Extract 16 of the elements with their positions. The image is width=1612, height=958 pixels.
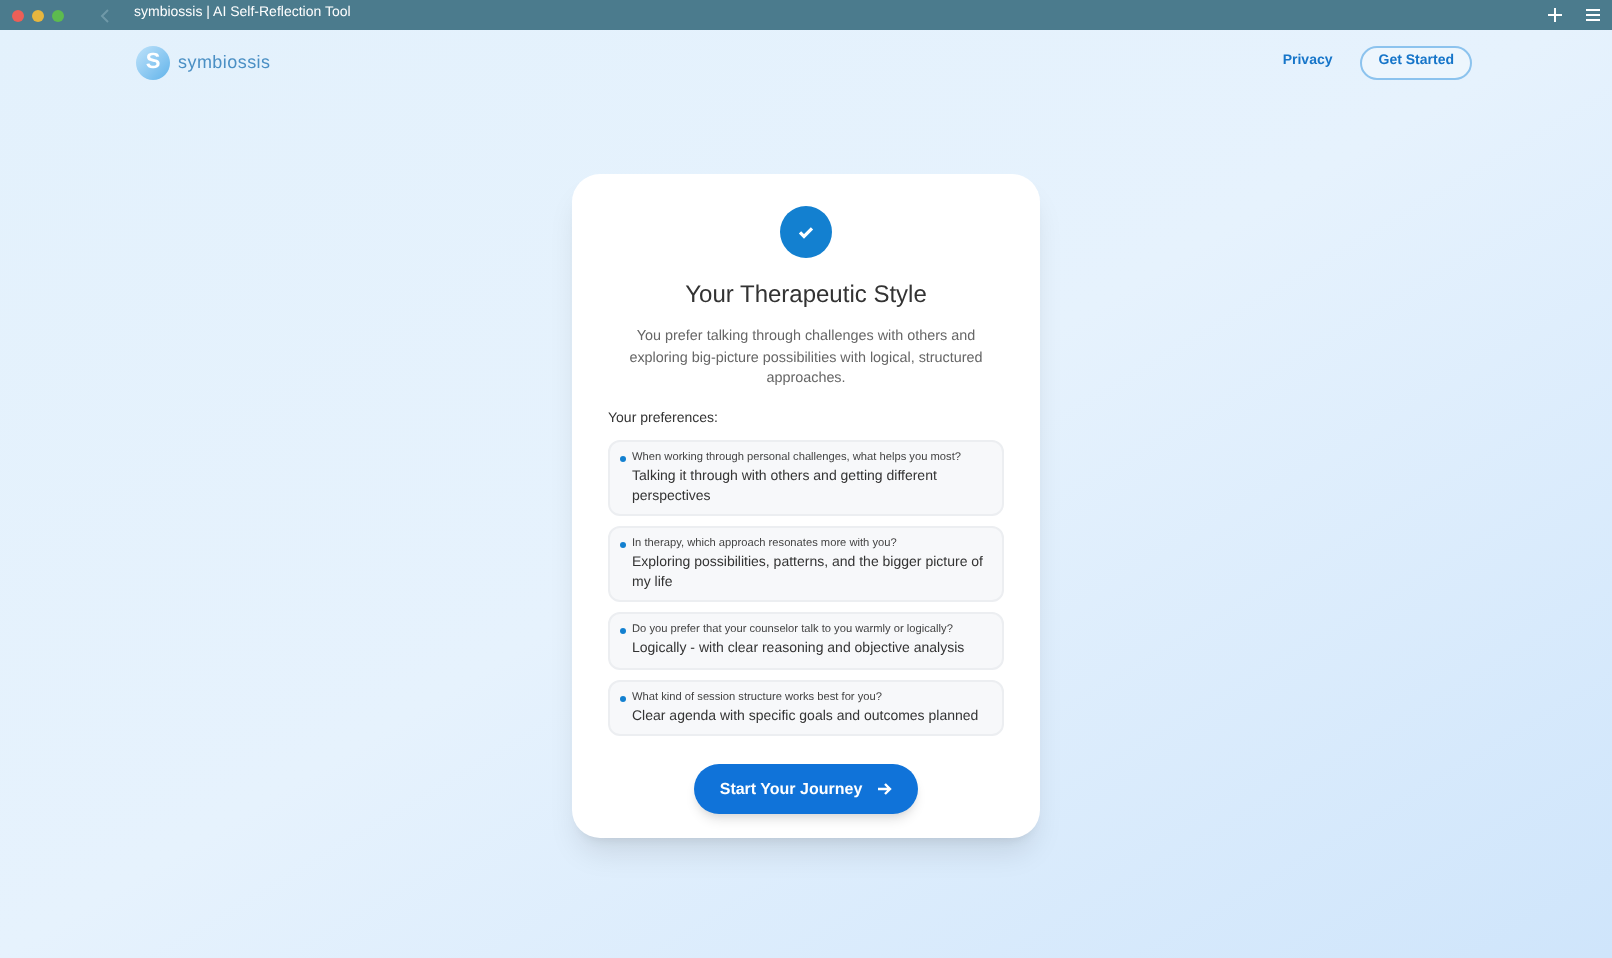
menu-icon[interactable] bbox=[1586, 8, 1600, 22]
minimize-button[interactable] bbox=[32, 9, 44, 21]
logo-icon: S bbox=[136, 46, 170, 80]
start-journey-button[interactable]: Start Your Journey bbox=[693, 764, 919, 814]
bullet-icon bbox=[620, 695, 626, 701]
back-icon[interactable] bbox=[100, 7, 110, 23]
close-button[interactable] bbox=[12, 9, 24, 21]
new-tab-icon[interactable] bbox=[1548, 8, 1562, 22]
check-icon bbox=[780, 206, 832, 258]
bullet-icon bbox=[620, 456, 626, 462]
brand-name: symbiossis bbox=[178, 49, 271, 76]
arrow-right-icon bbox=[878, 782, 893, 796]
bullet-icon bbox=[620, 542, 626, 548]
maximize-button[interactable] bbox=[52, 9, 64, 21]
card-title: Your Therapeutic Style bbox=[685, 278, 927, 312]
bullet-icon bbox=[620, 628, 626, 634]
